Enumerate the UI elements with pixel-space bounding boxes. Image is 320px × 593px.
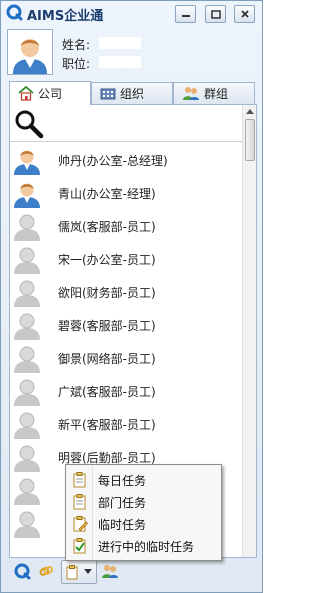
group-icon	[183, 87, 199, 100]
minimize-icon	[181, 15, 190, 17]
dept-task-icon	[73, 494, 86, 510]
contact-row[interactable]: 欲阳(财务部-员工)	[10, 275, 242, 308]
name-value	[99, 37, 141, 49]
contact-row[interactable]: 宋一(办公室-员工)	[10, 242, 242, 275]
title-bar[interactable]: AIMS企业通	[1, 1, 262, 25]
scroll-thumb[interactable]	[245, 119, 255, 161]
contact-row[interactable]: 碧蓉(客服部-员工)	[10, 308, 242, 341]
bottom-toolbar	[1, 557, 262, 592]
online-avatar-icon	[14, 150, 40, 175]
contact-name: 儒岚(客服部-员工)	[58, 220, 156, 234]
maximize-button[interactable]	[205, 5, 226, 23]
contact-name: 碧蓉(客服部-员工)	[58, 319, 156, 333]
scrollbar[interactable]	[242, 105, 256, 557]
daily-task-icon	[73, 472, 86, 488]
offline-avatar-icon	[14, 247, 40, 274]
inprogress-task-icon	[73, 538, 86, 554]
offline-avatar-icon	[14, 445, 40, 472]
contact-name: 青山(办公室-经理)	[58, 187, 156, 201]
contact-row[interactable]: 帅丹(办公室-总经理)	[10, 143, 242, 176]
task-menu-button[interactable]	[61, 560, 97, 584]
tab-label: 组织	[120, 87, 145, 101]
link-button[interactable]	[36, 560, 56, 582]
tab-label: 群组	[204, 87, 229, 101]
search-bar[interactable]	[10, 105, 242, 142]
tab-label: 公司	[38, 87, 63, 101]
position-value	[99, 56, 141, 68]
close-icon	[240, 10, 249, 18]
contact-row[interactable]: 青山(办公室-经理)	[10, 176, 242, 209]
org-icon	[100, 88, 116, 100]
contact-row[interactable]: 御景(网络部-员工)	[10, 341, 242, 374]
contact-row[interactable]: 儒岚(客服部-员工)	[10, 209, 242, 242]
contacts-icon	[102, 564, 118, 578]
contact-name: 广斌(客服部-员工)	[58, 385, 156, 399]
menu-item-temp-task[interactable]: 临时任务	[66, 513, 221, 535]
chevron-down-icon	[84, 569, 92, 574]
contact-name: 新平(客服部-员工)	[58, 418, 156, 432]
temp-task-icon	[73, 516, 88, 532]
menu-item-inprogress-task[interactable]: 进行中的临时任务	[66, 535, 221, 557]
aims-logo-icon	[6, 4, 23, 21]
menu-item-daily-task[interactable]: 每日任务	[66, 469, 221, 491]
contact-name: 御景(网络部-员工)	[58, 352, 156, 366]
user-avatar[interactable]	[7, 29, 53, 75]
link-icon	[39, 566, 54, 576]
name-label: 姓名:	[62, 38, 91, 52]
tab-company[interactable]: 公司	[9, 81, 91, 105]
tab-group[interactable]: 群组	[173, 82, 255, 104]
contact-row[interactable]: 广斌(客服部-员工)	[10, 374, 242, 407]
offline-avatar-icon	[14, 478, 40, 505]
app-window: AIMS企业通 姓名: 职位: 公司 组织 群组 帅丹(办公室-总经理) 青山(…	[0, 0, 263, 593]
contacts-button[interactable]	[99, 560, 121, 582]
offline-avatar-icon	[14, 379, 40, 406]
offline-avatar-icon	[14, 214, 40, 241]
offline-avatar-icon	[14, 346, 40, 373]
aims-home-button[interactable]	[12, 560, 32, 582]
contact-name: 欲阳(财务部-员工)	[58, 286, 156, 300]
offline-avatar-icon	[14, 280, 40, 307]
offline-avatar-icon	[14, 313, 40, 340]
tab-bar: 公司 组织 群组	[9, 81, 257, 105]
home-icon	[18, 86, 34, 101]
task-context-menu: 每日任务 部门任务 临时任务 进行中的临时任务	[65, 464, 222, 561]
maximize-icon	[210, 9, 221, 19]
search-icon[interactable]	[14, 109, 44, 139]
menu-item-dept-task[interactable]: 部门任务	[66, 491, 221, 513]
aims-logo-icon	[14, 563, 30, 579]
tab-org[interactable]: 组织	[91, 82, 173, 104]
minimize-button[interactable]	[175, 5, 196, 23]
user-avatar-icon	[8, 30, 52, 74]
task-icon	[66, 564, 78, 579]
close-button[interactable]	[234, 5, 255, 23]
offline-avatar-icon	[14, 412, 40, 439]
scroll-up-arrow[interactable]	[246, 109, 254, 114]
online-avatar-icon	[14, 183, 40, 208]
contact-row[interactable]: 新平(客服部-员工)	[10, 407, 242, 440]
contact-name: 帅丹(办公室-总经理)	[58, 154, 168, 168]
app-title: AIMS企业通	[27, 9, 104, 24]
contact-name: 宋一(办公室-员工)	[58, 253, 156, 267]
offline-avatar-icon	[14, 511, 40, 538]
profile-area: 姓名: 职位:	[7, 29, 257, 77]
position-label: 职位:	[62, 57, 91, 71]
